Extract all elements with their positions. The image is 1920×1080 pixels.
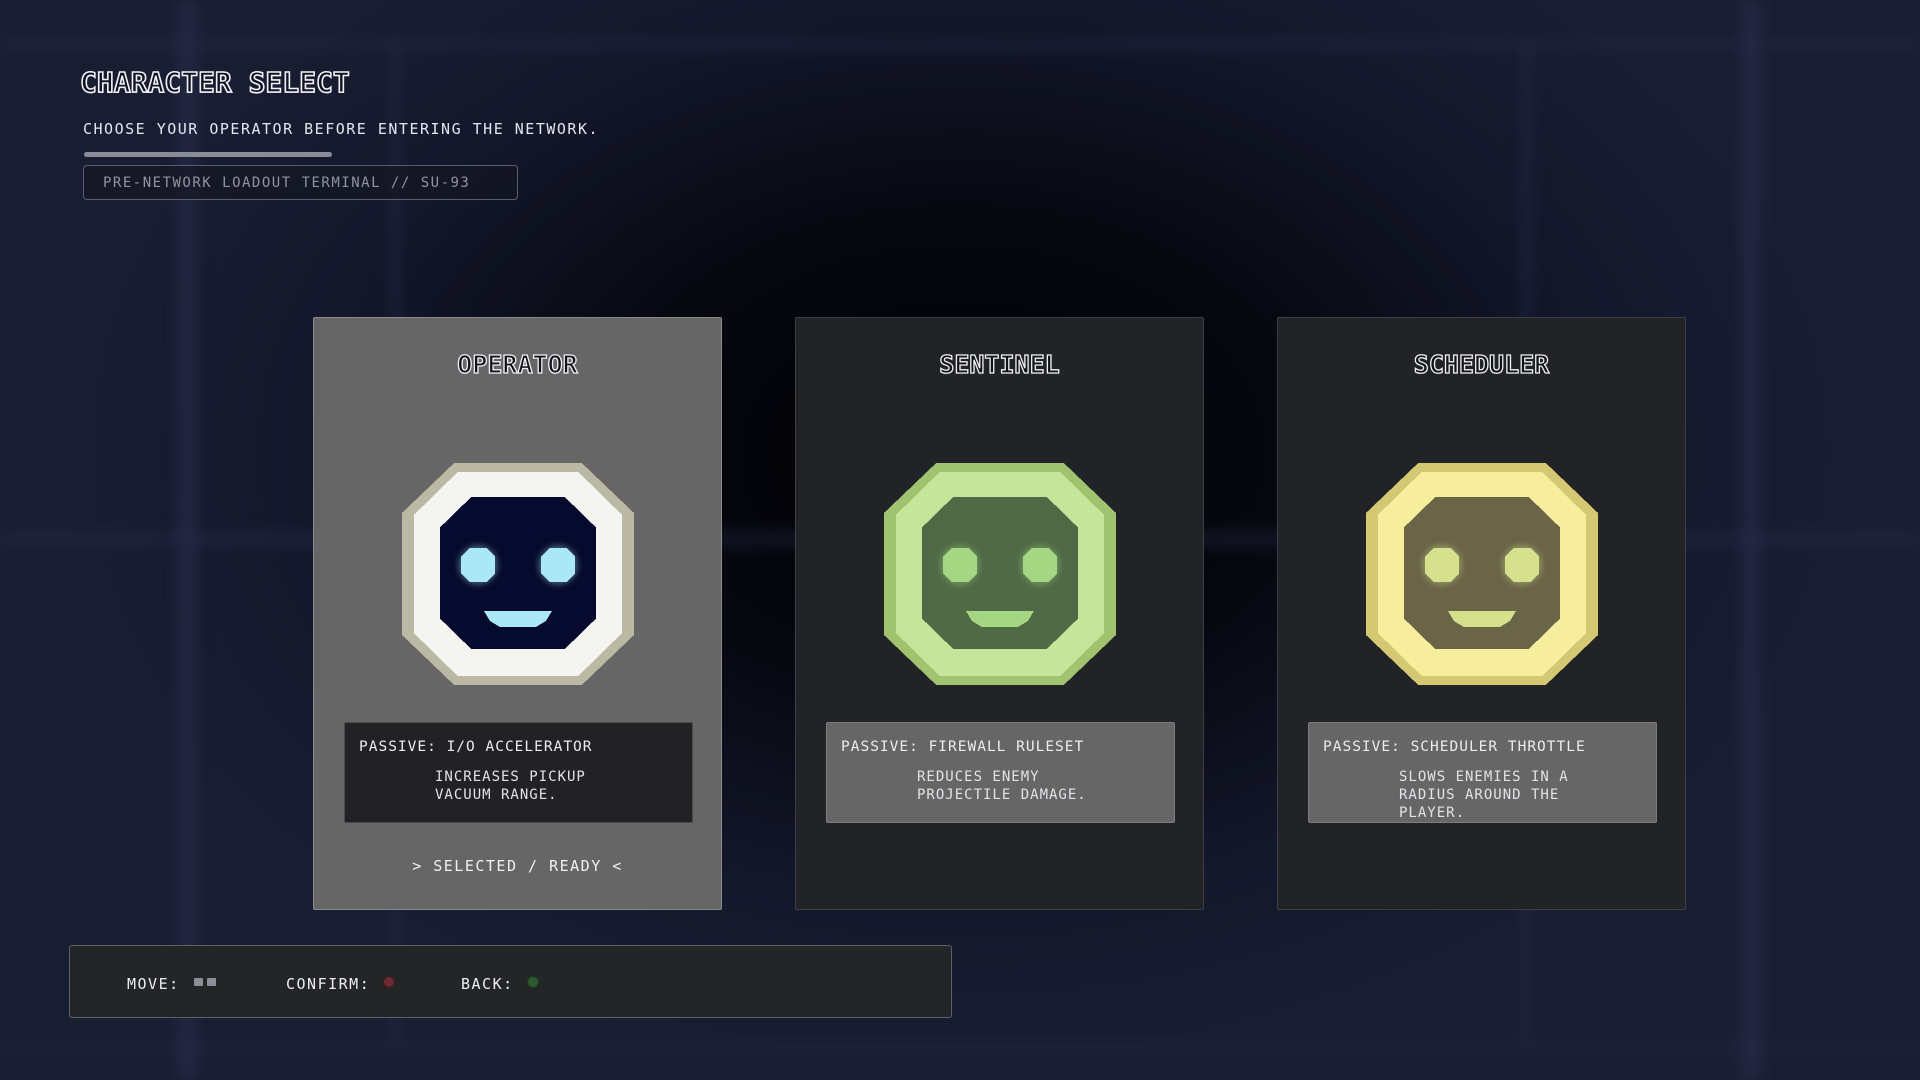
passive-title: PASSIVE: FIREWALL RULESET xyxy=(841,739,1085,755)
back-label: BACK: xyxy=(461,975,514,993)
passive-title: PASSIVE: SCHEDULER THROTTLE xyxy=(1323,739,1586,755)
passive-title: PASSIVE: I/O ACCELERATOR xyxy=(359,739,593,755)
face-eye-left xyxy=(943,548,977,582)
terminal-label: PRE-NETWORK LOADOUT TERMINAL // SU-93 xyxy=(103,174,471,191)
selected-status: > SELECTED / READY < xyxy=(412,857,623,875)
dpad-keys-icon xyxy=(193,978,220,988)
face-eye-left xyxy=(1425,548,1459,582)
passive-description: SLOWS ENEMIES IN A RADIUS AROUND THE PLA… xyxy=(1399,769,1569,821)
background-floor xyxy=(0,1040,1920,1056)
a-button-icon xyxy=(384,977,395,989)
b-button-icon xyxy=(527,977,538,989)
move-hint: MOVE: xyxy=(127,974,220,994)
background-ceiling xyxy=(0,36,1920,52)
operator-face-icon xyxy=(400,461,636,687)
terminal-label-box: PRE-NETWORK LOADOUT TERMINAL // SU-93 xyxy=(83,165,518,200)
character-card-scheduler[interactable]: SCHEDULER PASSIVE: SCHEDULER THROTTLE SL… xyxy=(1277,317,1686,910)
scheduler-face-icon xyxy=(1364,461,1600,687)
passive-panel: PASSIVE: FIREWALL RULESET REDUCES ENEMY … xyxy=(826,722,1175,823)
passive-panel: PASSIVE: SCHEDULER THROTTLE SLOWS ENEMIE… xyxy=(1308,722,1657,823)
character-card-operator[interactable]: OPERATOR PASSIVE: I/O ACCELERATOR INCREA… xyxy=(313,317,722,910)
face-eye-right xyxy=(1505,548,1539,582)
character-name: SENTINEL xyxy=(939,349,1061,379)
character-name: OPERATOR xyxy=(457,349,579,379)
page-title: CHARACTER SELECT xyxy=(79,65,350,100)
character-card-sentinel[interactable]: SENTINEL PASSIVE: FIREWALL RULESET REDUC… xyxy=(795,317,1204,910)
sentinel-face-icon xyxy=(882,461,1118,687)
passive-panel: PASSIVE: I/O ACCELERATOR INCREASES PICKU… xyxy=(344,722,693,823)
face-eye-left xyxy=(461,548,495,582)
controls-hint-bar: MOVE: CONFIRM: BACK: xyxy=(69,945,952,1018)
back-hint: BACK: xyxy=(461,974,538,994)
character-name: SCHEDULER xyxy=(1413,349,1550,379)
passive-description: REDUCES ENEMY PROJECTILE DAMAGE. xyxy=(917,769,1087,803)
move-label: MOVE: xyxy=(127,975,180,993)
confirm-label: CONFIRM: xyxy=(286,975,371,993)
title-underline xyxy=(84,152,332,157)
page-subtitle: CHOOSE YOUR OPERATOR BEFORE ENTERING THE… xyxy=(83,120,600,138)
face-eye-right xyxy=(1023,548,1057,582)
confirm-hint: CONFIRM: xyxy=(286,974,395,994)
game-screen: CHARACTER SELECT CHOOSE YOUR OPERATOR BE… xyxy=(0,0,1920,1080)
face-eye-right xyxy=(541,548,575,582)
passive-description: INCREASES PICKUP VACUUM RANGE. xyxy=(435,769,586,803)
